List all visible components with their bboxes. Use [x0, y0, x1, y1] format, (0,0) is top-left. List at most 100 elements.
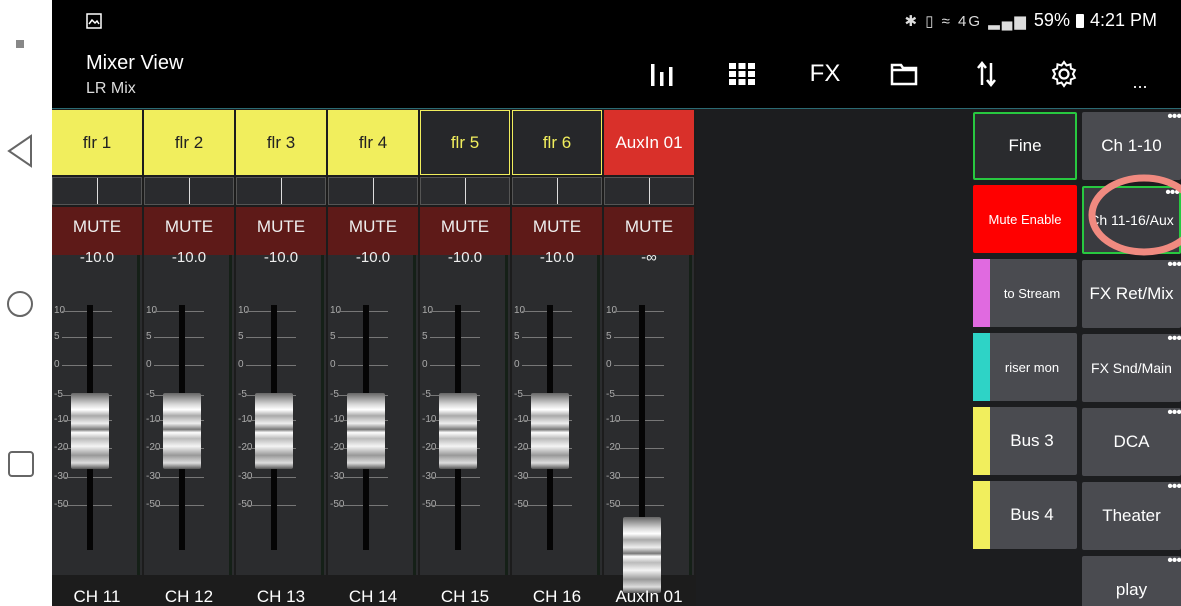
channel-strips: flr 1MUTE1050-5-10-20-30-50-10.0CH 11flr…	[52, 109, 698, 606]
gear-icon	[1051, 60, 1077, 88]
channel-strip: flr 1 MUTE1050-5-10-20-30-50-10.0 CH 11	[52, 109, 144, 606]
select-indicator	[649, 178, 650, 204]
select-button[interactable]	[420, 177, 510, 205]
more-dots-icon: •••	[1167, 404, 1181, 421]
layer-button[interactable]: DCA •••	[1082, 404, 1181, 476]
scale-label: 0	[330, 359, 336, 370]
scale-label: 0	[514, 359, 520, 370]
more-dots-icon: •••	[1167, 330, 1181, 347]
mute-button[interactable]: MUTE	[236, 207, 326, 255]
select-button[interactable]	[604, 177, 694, 205]
clock: 4:21 PM	[1089, 10, 1157, 30]
select-indicator	[465, 178, 466, 204]
to-stream-button[interactable]: to Stream	[973, 259, 1077, 327]
layer-label: FX Ret/Mix	[1089, 284, 1174, 303]
mute-button[interactable]: MUTE	[52, 207, 142, 255]
recents-icon[interactable]	[8, 451, 34, 477]
bus4-label: Bus 4	[1010, 505, 1054, 524]
select-indicator	[373, 178, 374, 204]
more-dots-icon: •••	[1167, 552, 1181, 569]
page-subtitle: LR Mix	[86, 80, 136, 97]
select-button[interactable]	[512, 177, 602, 205]
channel-name: CH 14	[348, 587, 398, 606]
fine-label: Fine	[1008, 136, 1042, 155]
fader-area: 1050-5-10-20-30-50	[328, 255, 418, 575]
battery-percent: 59%	[1033, 10, 1070, 30]
fader-knob[interactable]	[163, 393, 201, 469]
fader-area: 1050-5-10-20-30-50	[236, 255, 326, 575]
select-indicator	[281, 178, 282, 204]
scribble-strip[interactable]: flr 4	[328, 110, 418, 175]
mute-button[interactable]: MUTE	[512, 207, 602, 255]
folder-icon	[890, 63, 918, 86]
scale-label: 5	[238, 331, 244, 342]
fader-knob[interactable]	[531, 393, 569, 469]
fader-area: 1050-5-10-20-30-50	[604, 255, 694, 593]
grid-icon	[729, 63, 755, 85]
color-tag	[973, 259, 990, 327]
mute-button[interactable]: MUTE	[328, 207, 418, 255]
layer-button[interactable]: Ch 1-10 •••	[1082, 108, 1181, 180]
settings-button[interactable]	[1044, 54, 1084, 94]
fader-knob[interactable]	[71, 393, 109, 469]
riser-mon-button[interactable]: riser mon	[973, 333, 1077, 401]
layer-button[interactable]: FX Snd/Main •••	[1082, 330, 1181, 402]
level-meter	[413, 255, 416, 575]
fader-knob[interactable]	[347, 393, 385, 469]
layer-button[interactable]: FX Ret/Mix •••	[1082, 257, 1181, 328]
channel-name: CH 11	[73, 587, 121, 606]
channel-strip: flr 4 MUTE1050-5-10-20-30-50-10.0 CH 14	[328, 109, 420, 606]
grid-view-button[interactable]	[720, 54, 764, 94]
select-indicator	[189, 178, 190, 204]
layer-button[interactable]: play •••	[1082, 552, 1181, 606]
scribble-strip[interactable]: flr 3	[236, 110, 326, 175]
mute-enable-label: Mute Enable	[988, 211, 1062, 227]
scale-label: 5	[146, 331, 152, 342]
select-button[interactable]	[52, 177, 142, 205]
swap-button[interactable]	[967, 54, 1007, 94]
select-button[interactable]	[236, 177, 326, 205]
mute-button[interactable]: MUTE	[144, 207, 234, 255]
fader-value: -10.0	[79, 249, 115, 266]
home-icon[interactable]	[7, 291, 33, 317]
bus3-label: Bus 3	[1010, 431, 1054, 450]
layer-label: FX Snd/Main	[1091, 360, 1172, 376]
level-meter	[689, 255, 692, 575]
mute-button[interactable]: MUTE	[604, 207, 694, 255]
color-tag	[973, 333, 990, 401]
scribble-strip[interactable]: AuxIn 01	[604, 110, 694, 175]
layer-button[interactable]: Theater •••	[1082, 479, 1181, 550]
overflow-menu-button[interactable]: ...	[1120, 62, 1160, 102]
fader-knob[interactable]	[623, 517, 661, 593]
swap-arrows-icon	[977, 60, 996, 88]
mute-button[interactable]: MUTE	[420, 207, 510, 255]
scribble-strip[interactable]: flr 5	[420, 110, 510, 175]
fx-button[interactable]: FX	[800, 54, 850, 94]
scribble-strip[interactable]: flr 1	[52, 110, 142, 175]
mixer-view-button[interactable]	[640, 54, 684, 94]
fader-knob[interactable]	[255, 393, 293, 469]
folder-button[interactable]	[882, 54, 926, 94]
fader-track[interactable]	[639, 305, 645, 550]
scribble-strip[interactable]: flr 6	[512, 110, 602, 175]
select-button[interactable]	[328, 177, 418, 205]
bus4-button[interactable]: Bus 4	[973, 481, 1077, 549]
scribble-strip[interactable]: flr 2	[144, 110, 234, 175]
channel-strip: AuxIn 01MUTE1050-5-10-20-30-50-∞AuxIn 01	[604, 109, 696, 606]
mute-enable-button[interactable]: Mute Enable	[973, 185, 1077, 253]
select-button[interactable]	[144, 177, 234, 205]
back-icon[interactable]	[5, 134, 35, 168]
fader-area: 1050-5-10-20-30-50	[52, 255, 142, 575]
scale-label: 0	[606, 359, 612, 370]
bus3-button[interactable]: Bus 3	[973, 407, 1077, 475]
fader-knob[interactable]	[439, 393, 477, 469]
channel-name: CH 16	[532, 587, 582, 606]
fader-area: 1050-5-10-20-30-50	[512, 255, 602, 575]
more-dots-icon: •••	[1167, 108, 1181, 125]
fader-value: -∞	[641, 249, 657, 266]
fine-button[interactable]: Fine	[973, 112, 1077, 180]
level-meter	[321, 255, 324, 575]
channel-name: CH 13	[256, 587, 306, 606]
fader-value: -10.0	[355, 249, 391, 266]
battery-icon	[1075, 13, 1084, 28]
